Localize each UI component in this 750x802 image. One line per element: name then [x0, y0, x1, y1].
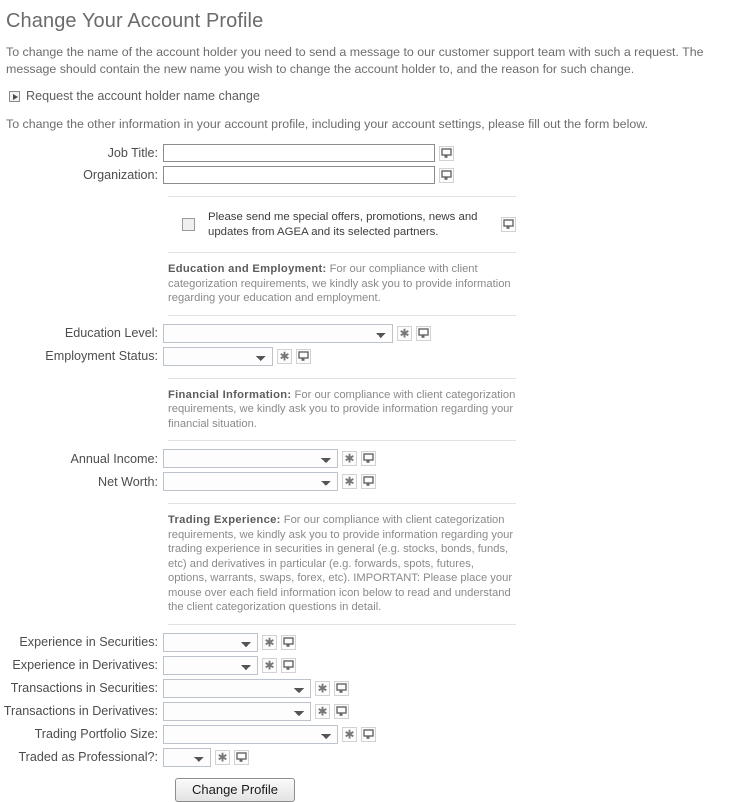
- net-worth-label: Net Worth:: [98, 474, 158, 489]
- svg-text:✱: ✱: [279, 351, 289, 362]
- tooltip-info-icon[interactable]: [281, 657, 296, 673]
- trading-note: Trading Experience: For our compliance w…: [168, 504, 516, 624]
- field-row-transactions-securities: Transactions in Securities: ✱: [0, 678, 750, 698]
- submit-row: Change Profile: [0, 777, 750, 802]
- tooltip-info-icon[interactable]: [416, 325, 431, 341]
- svg-text:✱: ✱: [344, 476, 354, 487]
- trading-portfolio-size-select[interactable]: [163, 724, 338, 744]
- disclosure-label: Request the account holder name change: [26, 89, 260, 103]
- tooltip-info-icon[interactable]: [234, 749, 249, 765]
- asterisk-required-icon[interactable]: ✱: [215, 749, 230, 765]
- field-row-traded-as-professional: Traded as Professional?: ✱: [0, 747, 750, 767]
- svg-text:✱: ✱: [264, 637, 274, 648]
- asterisk-required-icon[interactable]: ✱: [277, 348, 292, 364]
- account-profile-page: Change Your Account Profile To change th…: [0, 0, 750, 802]
- job-title-input[interactable]: [163, 144, 435, 162]
- svg-text:✱: ✱: [344, 453, 354, 464]
- tooltip-info-icon[interactable]: [361, 474, 376, 489]
- transactions-securities-label: Transactions in Securities:: [10, 681, 158, 695]
- svg-text:✱: ✱: [317, 706, 327, 717]
- trading-note-heading: Trading Experience:: [168, 514, 281, 526]
- tooltip-info-icon[interactable]: [361, 726, 376, 742]
- field-row-experience-derivatives: Experience in Derivatives: ✱: [0, 655, 750, 675]
- trading-note-body: For our compliance with client categoriz…: [168, 514, 514, 613]
- marketing-optin-checkbox[interactable]: [181, 218, 195, 231]
- tooltip-info-icon[interactable]: [296, 348, 311, 364]
- svg-text:✱: ✱: [217, 752, 227, 763]
- tooltip-info-icon[interactable]: [501, 217, 516, 232]
- transactions-derivatives-label: Transactions in Derivatives:: [3, 704, 158, 718]
- employment-status-select[interactable]: [163, 346, 273, 366]
- field-row-annual-income: Annual Income: ✱: [0, 449, 750, 468]
- tooltip-info-icon[interactable]: [439, 167, 454, 183]
- traded-as-professional-select[interactable]: [163, 747, 211, 767]
- svg-text:✱: ✱: [344, 729, 354, 740]
- change-profile-button[interactable]: Change Profile: [175, 777, 295, 802]
- tooltip-info-icon[interactable]: [334, 680, 349, 696]
- asterisk-required-icon[interactable]: ✱: [342, 474, 357, 489]
- field-row-trading-portfolio-size: Trading Portfolio Size: ✱: [0, 724, 750, 744]
- transactions-securities-select[interactable]: [163, 678, 311, 698]
- tooltip-info-icon[interactable]: [439, 145, 454, 161]
- intro-paragraph: To change the name of the account holder…: [6, 45, 704, 76]
- asterisk-required-icon[interactable]: ✱: [397, 325, 412, 341]
- request-name-change-disclosure[interactable]: Request the account holder name change: [0, 77, 750, 103]
- education-note-heading: Education and Employment:: [168, 263, 327, 275]
- field-row-education-level: Education Level: ✱: [0, 323, 750, 343]
- asterisk-required-icon[interactable]: ✱: [315, 680, 330, 696]
- organization-input[interactable]: [163, 166, 435, 184]
- traded-as-professional-label: Traded as Professional?:: [18, 750, 158, 764]
- organization-label: Organization:: [83, 168, 158, 182]
- annual-income-select[interactable]: [163, 449, 338, 468]
- account-profile-form: Job Title: Organization: Please send me …: [0, 144, 750, 802]
- job-title-label: Job Title:: [107, 146, 158, 160]
- field-row-employment-status: Employment Status: ✱: [0, 346, 750, 366]
- annual-income-label: Annual Income:: [70, 451, 158, 466]
- field-row-transactions-derivatives: Transactions in Derivatives: ✱: [0, 701, 750, 721]
- page-title: Change Your Account Profile: [6, 10, 264, 32]
- marketing-optin-label: Please send me special offers, promotion…: [208, 211, 478, 238]
- net-worth-select[interactable]: [163, 472, 338, 491]
- experience-derivatives-select[interactable]: [163, 655, 258, 675]
- experience-securities-select[interactable]: [163, 632, 258, 652]
- svg-text:✱: ✱: [264, 660, 274, 671]
- tooltip-info-icon[interactable]: [281, 634, 296, 650]
- second-paragraph: To change the other information in your …: [6, 117, 648, 131]
- education-note: Education and Employment: For our compli…: [168, 253, 516, 315]
- experience-derivatives-label: Experience in Derivatives:: [12, 658, 158, 672]
- asterisk-required-icon[interactable]: ✱: [342, 726, 357, 742]
- trading-portfolio-size-label: Trading Portfolio Size:: [34, 727, 158, 741]
- education-level-label: Education Level:: [64, 326, 158, 340]
- field-row-experience-securities: Experience in Securities: ✱: [0, 632, 750, 652]
- field-row-organization: Organization:: [0, 166, 750, 184]
- experience-securities-label: Experience in Securities:: [19, 635, 158, 649]
- financial-note: Financial Information: For our complianc…: [168, 379, 516, 441]
- field-row-job-title: Job Title:: [0, 144, 750, 162]
- asterisk-required-icon[interactable]: ✱: [342, 451, 357, 466]
- field-row-net-worth: Net Worth: ✱: [0, 472, 750, 491]
- asterisk-required-icon[interactable]: ✱: [315, 703, 330, 719]
- asterisk-required-icon[interactable]: ✱: [262, 657, 277, 673]
- transactions-derivatives-select[interactable]: [163, 701, 311, 721]
- disclosure-triangle-icon[interactable]: [9, 90, 20, 102]
- education-level-select[interactable]: [163, 323, 393, 343]
- tooltip-info-icon[interactable]: [334, 703, 349, 719]
- tooltip-info-icon[interactable]: [361, 451, 376, 466]
- asterisk-required-icon[interactable]: ✱: [262, 634, 277, 650]
- employment-status-label: Employment Status:: [45, 349, 158, 363]
- svg-text:✱: ✱: [317, 683, 327, 694]
- financial-note-heading: Financial Information:: [168, 388, 292, 401]
- svg-text:✱: ✱: [399, 328, 409, 339]
- marketing-optin-row: Please send me special offers, promotion…: [168, 197, 516, 252]
